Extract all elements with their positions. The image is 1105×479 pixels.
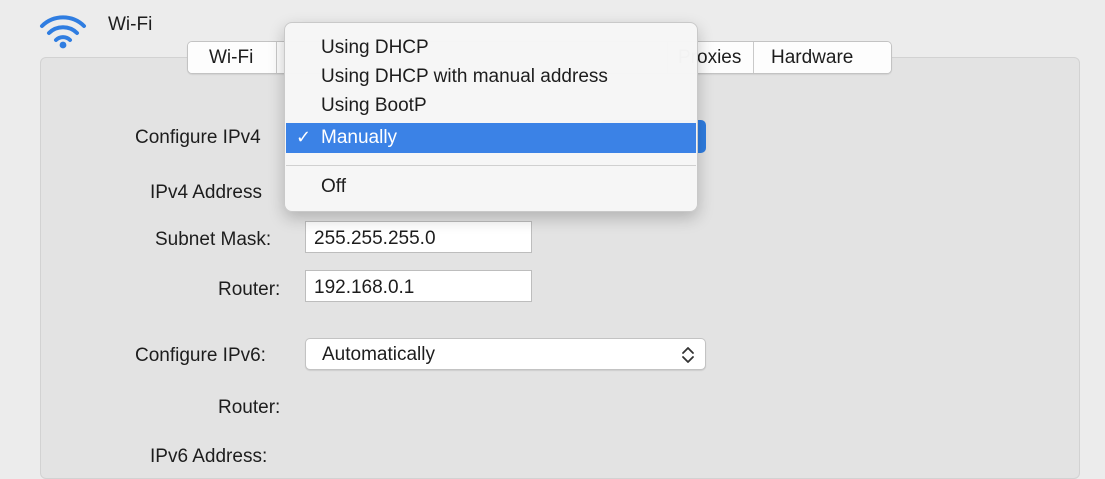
configure-ipv4-label: Configure IPv4 xyxy=(135,127,261,148)
menu-item-off[interactable]: Off xyxy=(286,172,696,202)
menu-item-label: Off xyxy=(321,176,346,197)
network-preferences-window: Wi-Fi Wi-Fi Proxies Hardware Configure I… xyxy=(0,0,1105,479)
subnet-mask-label: Subnet Mask: xyxy=(155,229,272,250)
ipv6-address-label: IPv6 Address: xyxy=(150,446,268,467)
tab-hardware[interactable]: Hardware xyxy=(754,42,891,73)
configure-ipv6-value: Automatically xyxy=(322,344,435,365)
menu-item-label: Using BootP xyxy=(321,95,427,116)
subnet-mask-field[interactable] xyxy=(305,221,532,253)
ipv4-address-label: IPv4 Address xyxy=(150,182,262,203)
checkmark-icon: ✓ xyxy=(296,127,312,148)
menu-item-dhcp-manual-address[interactable]: Using DHCP with manual address xyxy=(286,62,696,92)
wifi-icon xyxy=(40,15,86,49)
configure-ipv6-label: Configure IPv6: xyxy=(135,345,266,366)
ipv6-router-label: Router: xyxy=(218,397,281,418)
menu-item-label: Using DHCP xyxy=(321,37,429,58)
menu-item-using-dhcp[interactable]: Using DHCP xyxy=(286,33,696,63)
chevron-up-down-icon xyxy=(682,347,694,363)
page-title: Wi-Fi xyxy=(108,14,153,35)
configure-ipv6-popup[interactable]: Automatically xyxy=(305,338,706,370)
menu-separator xyxy=(286,165,696,166)
menu-item-label: Manually xyxy=(321,127,398,148)
configure-ipv4-menu: Using DHCP Using DHCP with manual addres… xyxy=(284,22,698,212)
menu-item-manually[interactable]: ✓ Manually xyxy=(286,123,696,153)
menu-item-label: Using DHCP with manual address xyxy=(321,66,608,87)
menu-item-using-bootp[interactable]: Using BootP xyxy=(286,91,696,121)
tab-wifi[interactable]: Wi-Fi xyxy=(188,42,277,73)
router-label: Router: xyxy=(218,279,281,300)
router-field[interactable] xyxy=(305,270,532,302)
